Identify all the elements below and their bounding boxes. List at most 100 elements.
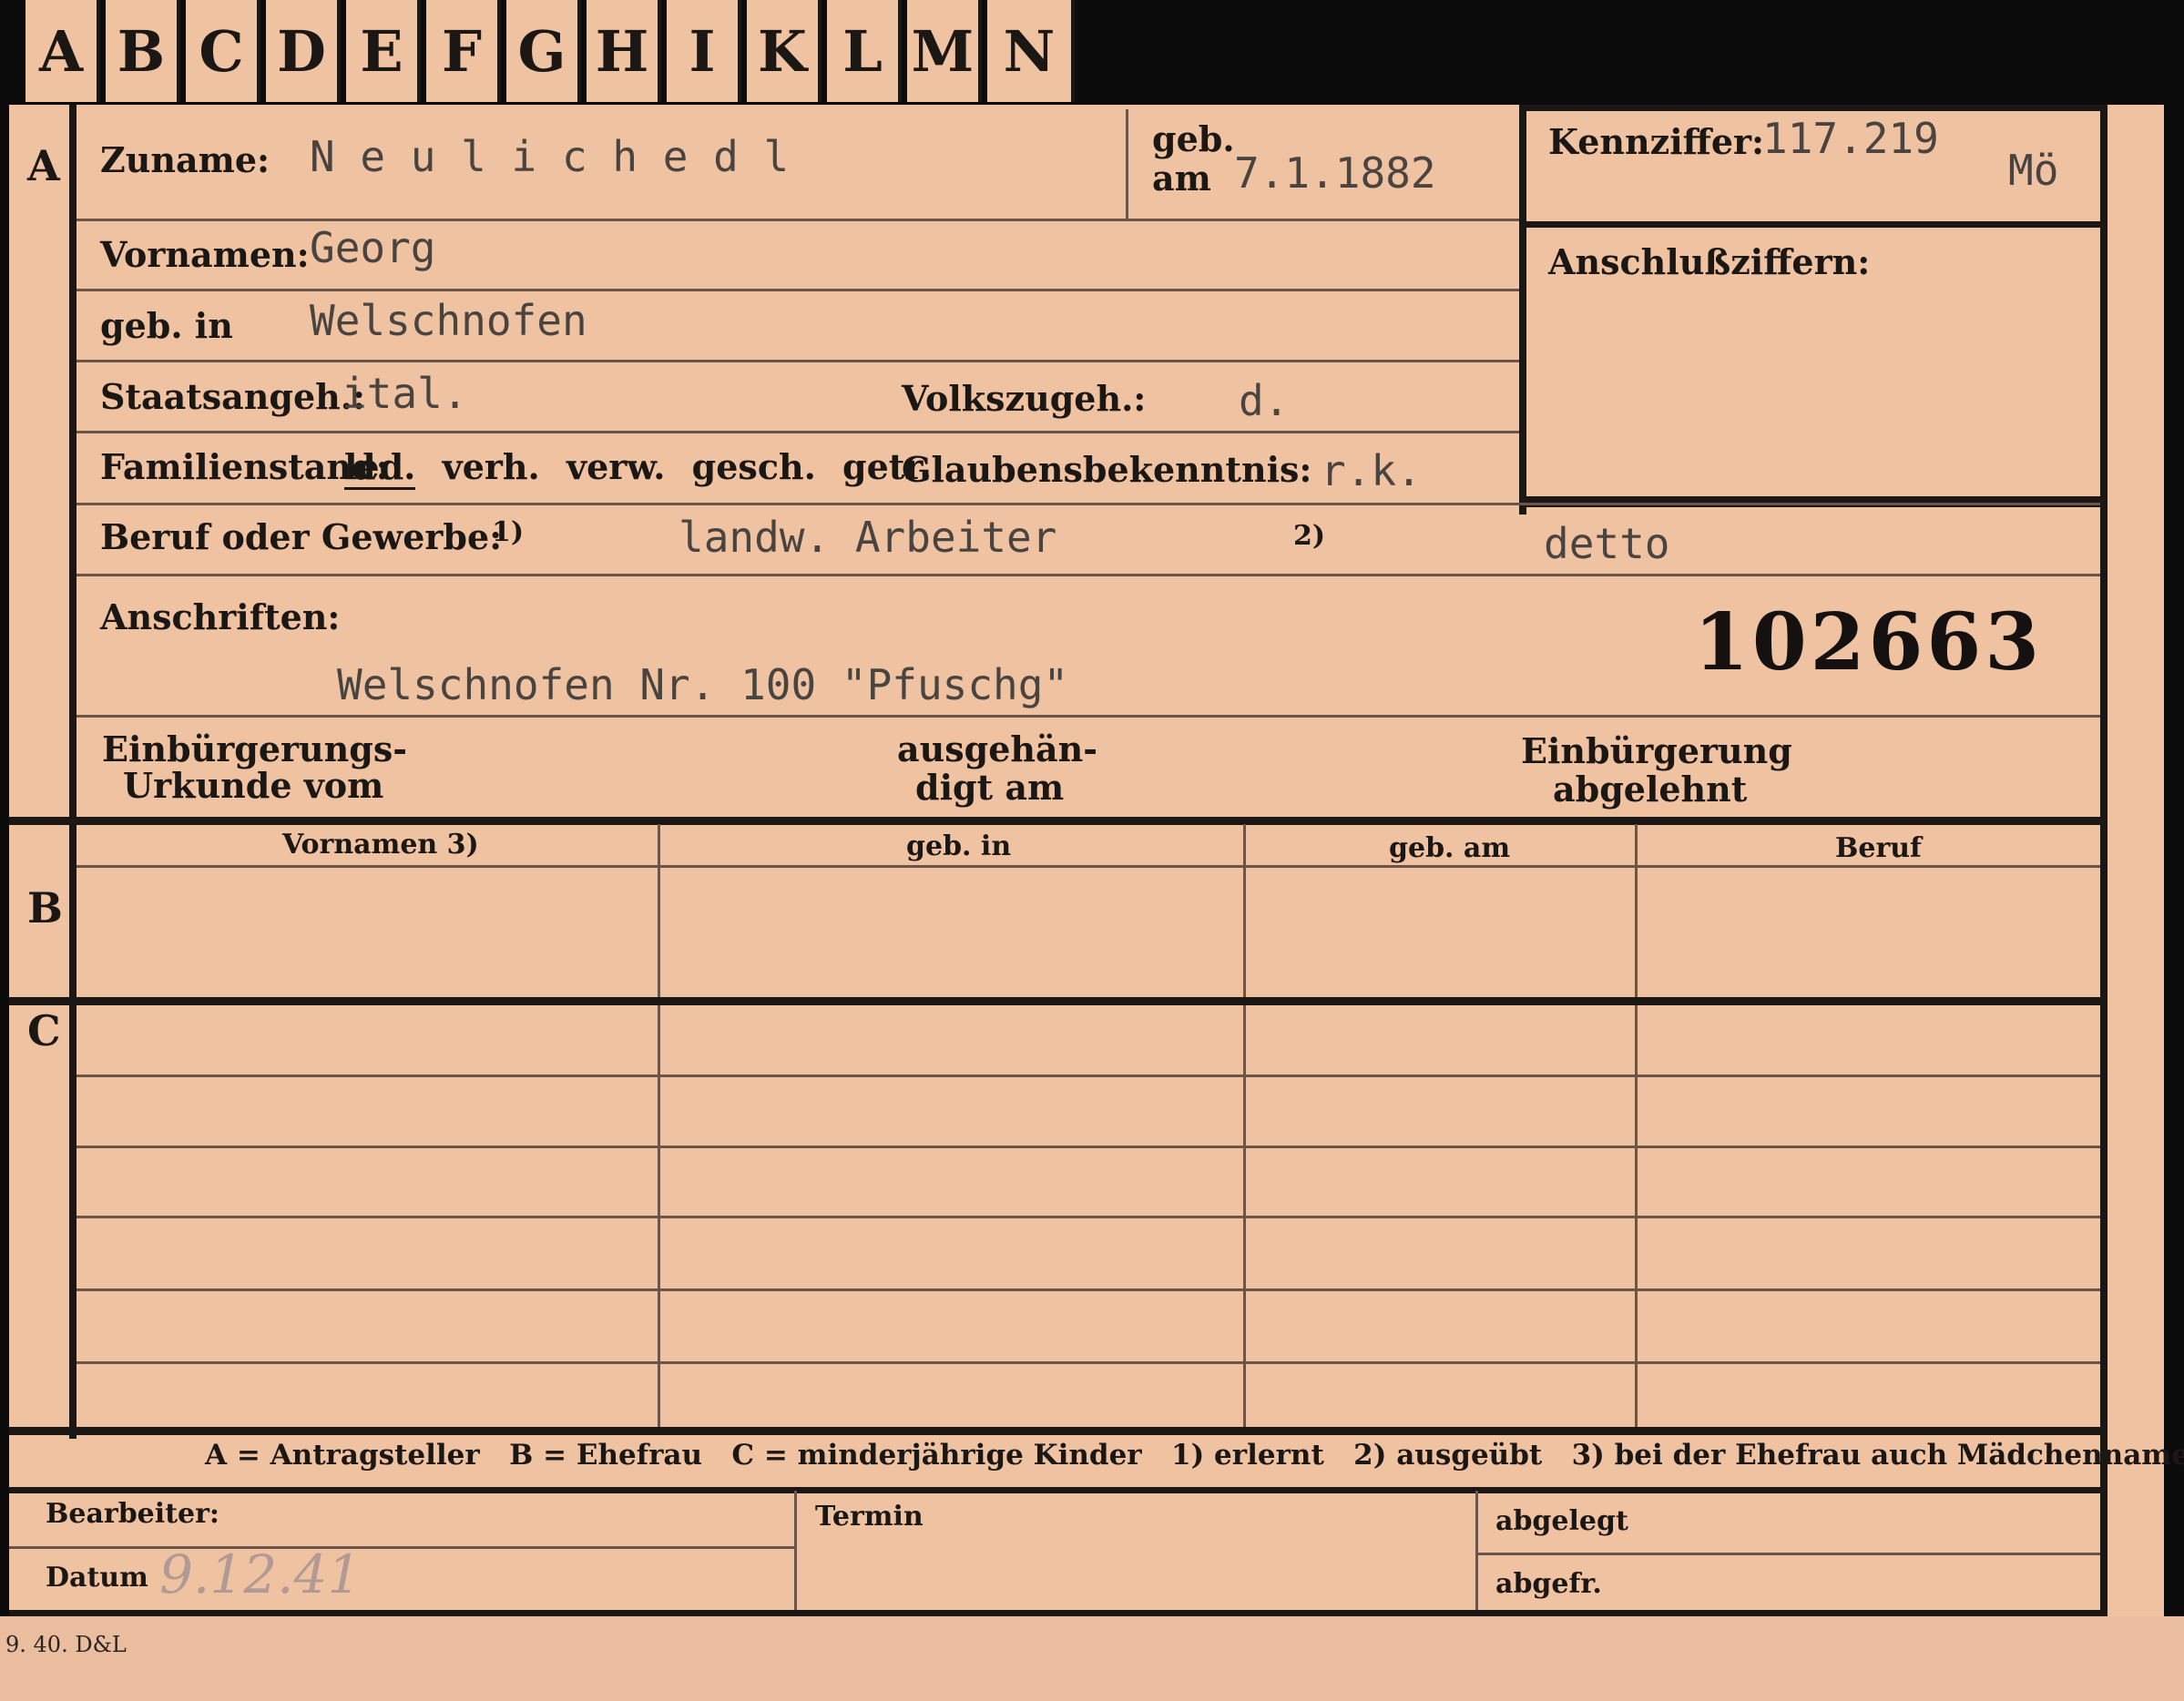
zuname-value: N e u l i c h e d l — [310, 132, 790, 181]
row-line-6 — [77, 574, 2100, 576]
tab-h[interactable]: H — [587, 0, 661, 102]
tab-a[interactable]: A — [26, 0, 100, 102]
termin-label: Termin — [815, 1501, 924, 1533]
section-b-top — [9, 817, 2107, 825]
section-c-top — [9, 997, 2107, 1005]
tab-n[interactable]: N — [987, 0, 1075, 102]
tab-e[interactable]: E — [346, 0, 421, 102]
frame-left — [69, 105, 77, 1439]
beruf-value-2: detto — [1544, 519, 1670, 568]
tab-g[interactable]: G — [506, 0, 581, 102]
b-col-divider-2 — [1243, 824, 1246, 1430]
tab-f[interactable]: F — [426, 0, 501, 102]
familienstand-option-verh[interactable]: verh. — [443, 446, 540, 487]
beruf-mark-2: 2) — [1293, 520, 1326, 552]
frame-top-right — [1526, 105, 2100, 111]
familienstand-option-led[interactable]: led. — [344, 446, 416, 490]
section-a-marker: A — [27, 141, 60, 190]
tab-l[interactable]: L — [827, 0, 902, 102]
row-line-1 — [77, 219, 1519, 221]
geb-am-label-1: geb. — [1152, 118, 1235, 159]
b-col-divider-3 — [1635, 824, 1638, 1430]
geb-in-value: Welschnofen — [310, 296, 587, 345]
anschriften-value: Welschnofen Nr. 100 "Pfuschg" — [337, 660, 1069, 709]
b-col-header-geb-am: geb. am — [1389, 832, 1511, 864]
tab-i[interactable]: I — [667, 0, 741, 102]
b-col-header-geb-in: geb. in — [906, 830, 1012, 862]
vornamen-value: Georg — [310, 223, 436, 272]
einbuergerung-label-1: Einbürgerungs- — [102, 728, 408, 769]
abgelehnt-label-2: abgelehnt — [1553, 769, 1748, 810]
b-col-header-vornamen: Vornamen 3) — [282, 829, 479, 861]
datum-value: 9.12.41 — [159, 1543, 362, 1605]
registration-card: A B C Zuname: N e u l i c h e d l geb. a… — [9, 105, 2184, 1616]
glaubens-value: r.k. — [1321, 446, 1422, 495]
anschriften-label: Anschriften: — [100, 596, 341, 637]
beruf-label: Beruf oder Gewerbe: — [100, 516, 503, 557]
staatsangeh-value: ital. — [342, 369, 468, 418]
print-code: 9. 40. D&L — [5, 1632, 127, 1657]
section-b-marker: B — [27, 883, 63, 932]
ausgehaendigt-label-1: ausgehän- — [897, 728, 1098, 769]
tab-k[interactable]: K — [747, 0, 822, 102]
geb-am-label-2: am — [1152, 158, 1211, 199]
volkszugeh-label: Volkszugeh.: — [902, 378, 1147, 419]
legend-bottom — [9, 1487, 2107, 1493]
einbuergerung-label-2: Urkunde vom — [123, 765, 384, 806]
tab-b[interactable]: B — [106, 0, 180, 102]
b-header-line — [77, 865, 2100, 868]
abgelegt-label: abgelegt — [1495, 1505, 1628, 1537]
legend-text: A = Antragsteller B = Ehefrau C = minder… — [205, 1439, 2184, 1472]
familienstand-option-gesch[interactable]: gesch. — [692, 446, 816, 487]
datum-label: Datum — [46, 1562, 148, 1594]
volkszugeh-value: d. — [1239, 376, 1290, 425]
row-line-2 — [77, 289, 1519, 291]
c-row-line-5 — [77, 1361, 2100, 1364]
geb-in-label: geb. in — [100, 305, 233, 346]
geb-am-value: 7.1.1882 — [1234, 148, 1436, 198]
vornamen-label: Vornamen: — [100, 234, 310, 275]
abgelehnt-label-1: Einbürgerung — [1521, 730, 1792, 771]
tab-d[interactable]: D — [266, 0, 341, 102]
row-line-4 — [77, 431, 1519, 433]
anschlussziffern-label: Anschlußziffern: — [1548, 241, 1871, 282]
row-line-5 — [77, 503, 2100, 505]
kennziffer-divider — [1526, 221, 2100, 228]
divider-gebam — [1126, 109, 1128, 219]
footer-line-right — [1475, 1553, 2100, 1555]
tab-c[interactable]: C — [186, 0, 260, 102]
stamp-number: 102663 — [1694, 596, 2044, 688]
legend-top — [9, 1427, 2107, 1435]
footer-bottom — [9, 1610, 2107, 1616]
footer-divider-1 — [794, 1491, 797, 1616]
familienstand-option-verw[interactable]: verw. — [566, 446, 665, 487]
footer-line-left — [9, 1546, 794, 1549]
kennziffer-suffix: Mö — [2008, 146, 2059, 195]
c-row-line-1 — [77, 1075, 2100, 1077]
row-line-7 — [77, 715, 2100, 718]
bearbeiter-label: Bearbeiter: — [46, 1498, 219, 1530]
c-row-line-2 — [77, 1146, 2100, 1148]
glaubens-label: Glaubensbekenntnis: — [902, 449, 1312, 490]
frame-right — [2100, 105, 2107, 1616]
staatsangeh-label: Staatsangeh.: — [100, 376, 366, 417]
ausgehaendigt-label-2: digt am — [915, 767, 1065, 808]
section-c-marker: C — [27, 1006, 61, 1055]
c-row-line-4 — [77, 1288, 2100, 1291]
letter-tab-strip: A B C D E F G H I K L M N — [26, 0, 1082, 102]
bottom-strip — [0, 1616, 2184, 1701]
kennziffer-value: 117.219 — [1762, 114, 1939, 163]
c-row-line-3 — [77, 1216, 2100, 1218]
beruf-value-1: landw. Arbeiter — [679, 513, 1057, 562]
kennziffer-box-left — [1519, 105, 1526, 514]
beruf-mark-1: 1) — [492, 516, 525, 548]
tab-m[interactable]: M — [907, 0, 982, 102]
b-col-divider-1 — [658, 824, 660, 1430]
row-line-3 — [77, 360, 1519, 362]
b-col-header-beruf: Beruf — [1835, 832, 1922, 864]
kennziffer-box-bottom — [1526, 496, 2100, 507]
kennziffer-label: Kennziffer: — [1548, 121, 1765, 162]
familienstand-options: led. verh. verw. gesch. getr. — [344, 446, 932, 490]
zuname-label: Zuname: — [100, 139, 270, 180]
abgefr-label: abgefr. — [1495, 1568, 1602, 1600]
